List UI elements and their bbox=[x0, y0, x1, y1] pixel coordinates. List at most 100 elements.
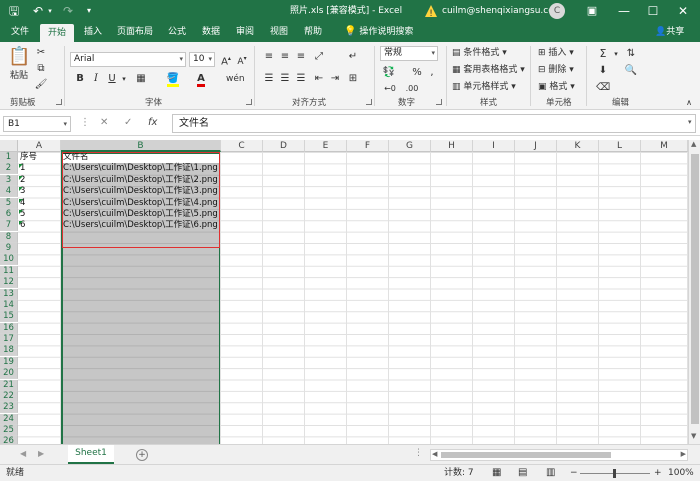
tab-formulas[interactable]: 公式 bbox=[162, 22, 192, 42]
column-header-b[interactable]: B bbox=[61, 140, 221, 152]
column-header-l[interactable]: L bbox=[599, 140, 641, 152]
scroll-right-icon[interactable]: ▶ bbox=[681, 450, 686, 458]
row-header-15[interactable]: 15 bbox=[0, 311, 18, 323]
number-format-select[interactable]: 常规 ▾ bbox=[380, 46, 438, 61]
horizontal-scroll-thumb[interactable] bbox=[441, 452, 611, 458]
row-header-4[interactable]: 4 bbox=[0, 186, 18, 198]
row-header-11[interactable]: 11 bbox=[0, 265, 18, 277]
row-header-12[interactable]: 12 bbox=[0, 277, 18, 289]
tell-me-search[interactable]: 💡 操作说明搜索 bbox=[344, 22, 413, 42]
row-header-26[interactable]: 26 bbox=[0, 436, 18, 444]
font-name-select[interactable]: Arial ▾ bbox=[70, 52, 186, 67]
orientation-icon[interactable]: ⤢ bbox=[312, 50, 326, 64]
row-header-5[interactable]: 5 bbox=[0, 197, 18, 209]
zoom-out-icon[interactable]: − bbox=[570, 465, 578, 481]
row-header-22[interactable]: 22 bbox=[0, 390, 18, 402]
expand-formula-icon[interactable]: ▾ bbox=[688, 118, 692, 126]
row-header-3[interactable]: 3 bbox=[0, 174, 18, 186]
row-header-25[interactable]: 25 bbox=[0, 425, 18, 436]
underline-icon[interactable]: U bbox=[106, 72, 118, 86]
chevron-down-icon[interactable]: ▾ bbox=[612, 47, 620, 61]
align-bottom-icon[interactable]: ≡ bbox=[294, 50, 308, 64]
zoom-slider[interactable] bbox=[580, 469, 650, 478]
column-header-k[interactable]: K bbox=[557, 140, 599, 152]
sort-filter-icon[interactable]: ⇅ bbox=[624, 47, 638, 61]
number-as-text-indicator[interactable] bbox=[19, 175, 23, 180]
row-header-7[interactable]: 7 bbox=[0, 220, 18, 232]
fill-color-icon[interactable]: 🪣 bbox=[166, 72, 180, 87]
page-break-view-icon[interactable]: ▥ bbox=[546, 465, 555, 481]
row-header-18[interactable]: 18 bbox=[0, 345, 18, 357]
row-header-13[interactable]: 13 bbox=[0, 288, 18, 300]
clear-icon[interactable]: ⌫ bbox=[596, 81, 610, 95]
tab-review[interactable]: 审阅 bbox=[230, 22, 260, 42]
sheet-tab-sheet1[interactable]: Sheet1 bbox=[68, 445, 114, 464]
chevron-down-icon[interactable]: ▾ bbox=[120, 72, 128, 86]
number-as-text-indicator[interactable] bbox=[19, 164, 23, 169]
cancel-icon[interactable]: ✕ bbox=[100, 116, 108, 130]
column-header-a[interactable]: A bbox=[18, 140, 61, 152]
row-header-2[interactable]: 2 bbox=[0, 163, 18, 175]
zoom-slider-thumb[interactable] bbox=[613, 469, 616, 478]
comma-style-icon[interactable]: , bbox=[426, 66, 438, 80]
column-header-g[interactable]: G bbox=[389, 140, 431, 152]
undo-icon[interactable]: ↶ bbox=[30, 3, 46, 19]
column-header-j[interactable]: J bbox=[515, 140, 557, 152]
next-sheet-icon[interactable]: ▶ bbox=[38, 449, 44, 458]
share-button[interactable]: 👤共享 bbox=[655, 22, 684, 42]
conditional-format-button[interactable]: ▤ 条件格式 ▾ bbox=[452, 47, 507, 59]
tab-insert[interactable]: 插入 bbox=[78, 22, 108, 42]
vertical-scrollbar[interactable]: ▲ ▼ bbox=[688, 140, 700, 444]
row-header-24[interactable]: 24 bbox=[0, 413, 18, 425]
ribbon-display-icon[interactable]: ▣ bbox=[577, 0, 607, 22]
cell-a1[interactable]: 序号 bbox=[18, 152, 37, 163]
number-launcher-icon[interactable] bbox=[436, 99, 442, 105]
formula-input[interactable]: 文件名 bbox=[172, 114, 696, 133]
increase-indent-icon[interactable]: ⇥ bbox=[328, 72, 342, 86]
phonetic-icon[interactable]: wén bbox=[226, 72, 245, 86]
avatar[interactable]: C bbox=[549, 3, 565, 19]
save-icon[interactable]: 🖫 bbox=[6, 3, 22, 19]
row-header-6[interactable]: 6 bbox=[0, 208, 18, 220]
number-as-text-indicator[interactable] bbox=[19, 209, 23, 214]
row-header-16[interactable]: 16 bbox=[0, 322, 18, 334]
enter-icon[interactable]: ✓ bbox=[124, 116, 132, 130]
bold-icon[interactable]: B bbox=[74, 72, 86, 86]
column-header-h[interactable]: H bbox=[431, 140, 473, 152]
normal-view-icon[interactable]: ▦ bbox=[492, 465, 501, 481]
column-header-i[interactable]: I bbox=[473, 140, 515, 152]
account-email[interactable]: cuilm@shenqixiangsu.com bbox=[442, 4, 563, 18]
add-sheet-icon[interactable]: + bbox=[136, 449, 148, 461]
more-options-icon[interactable]: ⋮ bbox=[80, 116, 90, 130]
zoom-in-icon[interactable]: + bbox=[654, 465, 662, 481]
font-color-icon[interactable]: A bbox=[194, 72, 208, 87]
find-select-icon[interactable]: 🔍 bbox=[624, 64, 638, 78]
name-box[interactable]: B1 ▾ bbox=[3, 116, 71, 132]
autosum-icon[interactable]: Σ bbox=[596, 47, 610, 61]
row-header-20[interactable]: 20 bbox=[0, 368, 18, 380]
align-top-icon[interactable]: ≡ bbox=[262, 50, 276, 64]
zoom-level[interactable]: 100% bbox=[668, 465, 694, 481]
row-header-10[interactable]: 10 bbox=[0, 254, 18, 266]
format-painter-icon[interactable]: 🖌 bbox=[34, 78, 48, 92]
minimize-button[interactable]: — bbox=[609, 0, 639, 22]
paste-label[interactable]: 粘贴 bbox=[10, 70, 28, 82]
format-cells-button[interactable]: ▣ 格式 ▾ bbox=[538, 81, 575, 93]
font-size-select[interactable]: 10 ▾ bbox=[189, 52, 215, 67]
clipboard-launcher-icon[interactable] bbox=[56, 99, 62, 105]
insert-function-icon[interactable]: fx bbox=[148, 116, 157, 130]
row-header-17[interactable]: 17 bbox=[0, 334, 18, 345]
increase-decimal-icon[interactable]: ←0 bbox=[382, 82, 398, 96]
decrease-decimal-icon[interactable]: .00 bbox=[404, 82, 420, 96]
tab-data[interactable]: 数据 bbox=[196, 22, 226, 42]
row-header-1[interactable]: 1 bbox=[0, 152, 18, 163]
copy-icon[interactable]: ⧉ bbox=[34, 62, 48, 76]
currency-icon[interactable]: 💱 bbox=[382, 66, 396, 80]
column-header-d[interactable]: D bbox=[263, 140, 305, 152]
delete-cells-button[interactable]: ⊟ 删除 ▾ bbox=[538, 64, 574, 76]
wrap-text-icon[interactable]: ↵ bbox=[346, 50, 360, 64]
row-header-8[interactable]: 8 bbox=[0, 231, 18, 243]
column-header-e[interactable]: E bbox=[305, 140, 347, 152]
select-all-corner[interactable] bbox=[0, 140, 18, 152]
vertical-scroll-thumb[interactable] bbox=[691, 154, 699, 424]
